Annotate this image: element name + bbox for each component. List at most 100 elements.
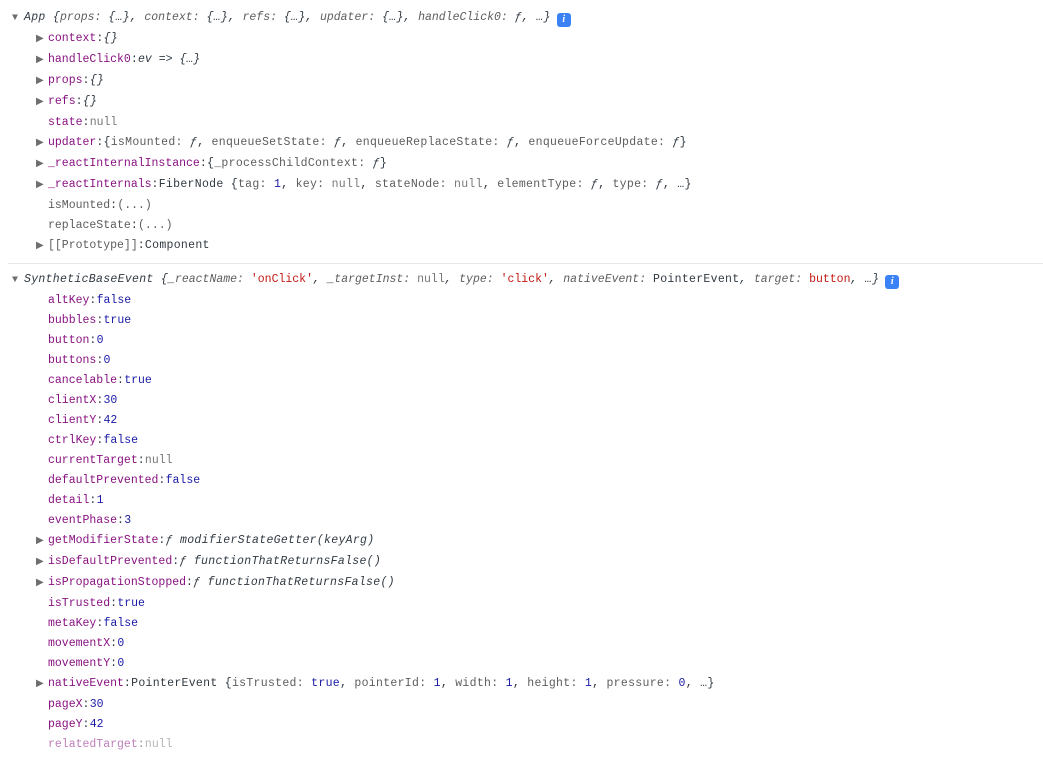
object-property-line: bubbles: true (8, 311, 1043, 331)
header-content: App {props: {…}, context: {…}, refs: {…}… (24, 8, 571, 28)
expand-arrow-icon[interactable]: ▶ (36, 237, 48, 257)
object-property-line: movementX: 0 (8, 634, 1043, 654)
object-property-line: movementY: 0 (8, 654, 1043, 674)
property-value: 0 (97, 331, 104, 351)
object-property-line: relatedTarget: null (8, 735, 1043, 755)
object-property-line: clientX: 30 (8, 391, 1043, 411)
property-name: pageX (48, 695, 83, 715)
object-property-line: replaceState: (...) (8, 216, 1043, 236)
object-property-line[interactable]: ▶_reactInternals: FiberNode {tag: 1, key… (8, 175, 1043, 196)
property-value: false (166, 471, 201, 491)
property-name: _reactInternals (48, 175, 152, 195)
object-property-line: eventPhase: 3 (8, 511, 1043, 531)
expand-arrow-icon[interactable]: ▶ (36, 176, 48, 196)
property-value: {} (104, 29, 118, 49)
object-property-line: metaKey: false (8, 614, 1043, 634)
object-property-line[interactable]: ▶isPropagationStopped: ƒ functionThatRet… (8, 573, 1043, 594)
property-name: currentTarget (48, 451, 138, 471)
property-value: Component (145, 236, 210, 256)
object-property-line: pageY: 42 (8, 715, 1043, 735)
property-name: bubbles (48, 311, 96, 331)
expand-arrow-icon[interactable]: ▶ (36, 553, 48, 573)
property-name: relatedTarget (48, 735, 138, 755)
object-property-line[interactable]: ▶handleClick0: ev => {…} (8, 50, 1043, 71)
property-value: false (97, 291, 132, 311)
expand-arrow-icon[interactable]: ▶ (36, 574, 48, 594)
object-property-line: cancelable: true (8, 371, 1043, 391)
property-value: ƒ modifierStateGetter(keyArg) (166, 531, 375, 551)
property-name: nativeEvent (48, 674, 124, 694)
property-name: refs (48, 92, 76, 112)
object-property-line[interactable]: ▶props: {} (8, 71, 1043, 92)
property-value: {isMounted: ƒ, enqueueSetState: ƒ, enque… (104, 133, 687, 153)
object-property-line: isMounted: (...) (8, 196, 1043, 216)
object-property-line[interactable]: ▶nativeEvent: PointerEvent {isTrusted: t… (8, 674, 1043, 695)
header-content: SyntheticBaseEvent {_reactName: 'onClick… (24, 270, 899, 290)
expand-arrow-icon[interactable]: ▶ (36, 675, 48, 695)
object-property-line[interactable]: ▶updater: {isMounted: ƒ, enqueueSetState… (8, 133, 1043, 154)
property-value: 30 (90, 695, 104, 715)
property-name: props (48, 71, 83, 91)
expand-arrow-icon[interactable]: ▶ (36, 93, 48, 113)
property-value: (...) (138, 216, 173, 236)
info-badge-icon[interactable]: i (557, 13, 571, 27)
object-property-line[interactable]: ▶context: {} (8, 29, 1043, 50)
expand-arrow-icon[interactable]: ▶ (36, 532, 48, 552)
property-name: getModifierState (48, 531, 158, 551)
object-property-line[interactable]: ▶[[Prototype]]: Component (8, 236, 1043, 257)
property-name: state (48, 113, 83, 133)
object-property-line[interactable]: ▶isDefaultPrevented: ƒ functionThatRetur… (8, 552, 1043, 573)
property-name: isPropagationStopped (48, 573, 186, 593)
event-header-line[interactable]: ▼ SyntheticBaseEvent {_reactName: 'onCli… (8, 270, 1043, 291)
expand-arrow-icon[interactable]: ▶ (36, 72, 48, 92)
property-value: true (104, 311, 132, 331)
property-value: true (117, 594, 145, 614)
expand-arrow-icon[interactable]: ▶ (36, 51, 48, 71)
property-value: 0 (104, 351, 111, 371)
object-property-line: clientY: 42 (8, 411, 1043, 431)
property-value: null (90, 113, 118, 133)
property-value: (...) (117, 196, 152, 216)
object-property-line: ctrlKey: false (8, 431, 1043, 451)
property-value: 0 (117, 634, 124, 654)
property-value: false (104, 614, 139, 634)
property-value: 3 (124, 511, 131, 531)
property-value: {} (90, 71, 104, 91)
property-value: 0 (117, 654, 124, 674)
expand-arrow-icon[interactable]: ▶ (36, 134, 48, 154)
property-name: cancelable (48, 371, 117, 391)
object-property-line: detail: 1 (8, 491, 1043, 511)
property-name: [[Prototype]] (48, 236, 138, 256)
property-name: replaceState (48, 216, 131, 236)
property-name: handleClick0 (48, 50, 131, 70)
property-value: 30 (104, 391, 118, 411)
property-name: buttons (48, 351, 96, 371)
property-value: FiberNode {tag: 1, key: null, stateNode:… (159, 175, 692, 195)
expand-arrow-icon[interactable]: ▼ (12, 271, 24, 291)
expand-arrow-icon[interactable]: ▼ (12, 9, 24, 29)
object-property-line[interactable]: ▶getModifierState: ƒ modifierStateGetter… (8, 531, 1043, 552)
property-name: clientX (48, 391, 96, 411)
property-name: isDefaultPrevented (48, 552, 172, 572)
property-name: movementX (48, 634, 110, 654)
property-name: isTrusted (48, 594, 110, 614)
object-property-line: isTrusted: true (8, 594, 1043, 614)
property-name: altKey (48, 291, 89, 311)
object-property-line: button: 0 (8, 331, 1043, 351)
property-value: PointerEvent {isTrusted: true, pointerId… (131, 674, 714, 694)
expand-arrow-icon[interactable]: ▶ (36, 30, 48, 50)
object-property-line[interactable]: ▶_reactInternalInstance: {_processChildC… (8, 154, 1043, 175)
property-value: {} (83, 92, 97, 112)
property-name: updater (48, 133, 96, 153)
property-name: detail (48, 491, 89, 511)
info-badge-icon[interactable]: i (885, 275, 899, 289)
object-property-line[interactable]: ▶refs: {} (8, 92, 1043, 113)
property-name: ctrlKey (48, 431, 96, 451)
property-name: pageY (48, 715, 83, 735)
app-header-line[interactable]: ▼ App {props: {…}, context: {…}, refs: {… (8, 8, 1043, 29)
expand-arrow-icon[interactable]: ▶ (36, 155, 48, 175)
event-object-section: ▼ SyntheticBaseEvent {_reactName: 'onCli… (8, 270, 1043, 755)
property-value: ƒ functionThatReturnsFalse() (193, 573, 395, 593)
property-value: true (124, 371, 152, 391)
property-value: 42 (104, 411, 118, 431)
